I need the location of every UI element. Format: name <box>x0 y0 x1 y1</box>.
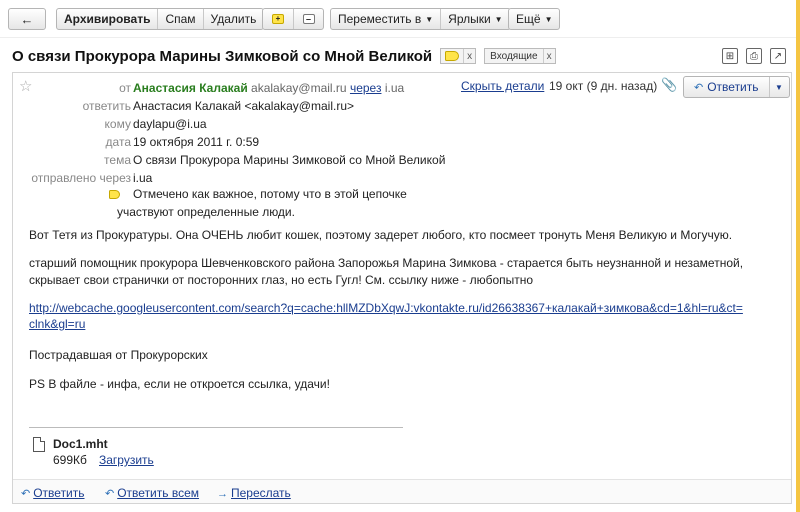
from-label: от <box>119 81 131 95</box>
new-window-icon[interactable]: ↗ <box>770 48 786 64</box>
reply-all-arrow-icon: ↶ <box>105 488 115 500</box>
back-button[interactable]: ← <box>8 8 46 30</box>
back-arrow-icon: ← <box>20 11 34 27</box>
subject-label: тема <box>104 153 131 167</box>
footer-reply-label: Ответить <box>33 486 85 500</box>
sent-via-value: i.ua <box>133 171 153 185</box>
more-label: Ещё <box>516 12 541 26</box>
message-footer: ↶ Ответить ↶ Ответить всем → Переслать <box>13 479 791 503</box>
toolbar: ← Архивировать Спам Удалить + – Перемест… <box>0 0 796 38</box>
body-link-cont[interactable]: clnk&gl=ru <box>29 316 769 333</box>
to-label: кому <box>104 117 131 131</box>
link-line-2[interactable]: clnk&gl=ru <box>29 317 85 331</box>
minus-icon: – <box>302 14 315 24</box>
attachment-divider <box>29 427 403 428</box>
thread-tools: ⊞ ⎙ ↗ <box>722 48 786 64</box>
footer-reply-all-label: Ответить всем <box>117 486 200 500</box>
more-button[interactable]: Ещё ▼ <box>509 9 559 29</box>
action-button-group: Архивировать Спам Удалить <box>56 8 265 30</box>
reply-options-dropdown[interactable]: ▼ <box>768 77 789 97</box>
date-value: 19 октября 2011 г. 0:59 <box>133 135 260 149</box>
move-labels-group: Переместить в ▼ Ярлыки ▼ <box>330 8 511 30</box>
short-date: 19 окт (9 дн. назад) <box>549 79 658 93</box>
forward-arrow-icon: → <box>217 488 228 500</box>
labels-button[interactable]: Ярлыки ▼ <box>440 9 509 29</box>
attachment-name[interactable]: Doc1.mht <box>53 437 108 451</box>
reply-button[interactable]: ↶ Ответить <box>684 77 769 97</box>
remove-label-x[interactable]: x <box>463 49 475 63</box>
body-paragraph-3: Пострадавшая от Прокурорских <box>29 348 208 362</box>
body-paragraph-1: Вот Тетя из Прокуратуры. Она ОЧЕНЬ любит… <box>29 228 733 242</box>
sender-email: akalakay@mail.ru <box>251 81 347 95</box>
to-value: daylapu@i.ua <box>133 117 207 131</box>
important-label-chip: x <box>440 48 477 64</box>
print-icon[interactable]: ⎙ <box>746 48 762 64</box>
via-link[interactable]: через <box>350 81 382 95</box>
more-group: Ещё ▼ <box>508 8 561 30</box>
important-marker-icon <box>109 190 120 199</box>
footer-reply-link[interactable]: ↶ Ответить <box>21 486 85 500</box>
reply-arrow-icon: ↶ <box>21 488 31 500</box>
move-to-button[interactable]: Переместить в ▼ <box>331 9 440 29</box>
hide-details-link[interactable]: Скрыть детали <box>461 79 544 93</box>
chevron-down-icon: ▼ <box>425 14 434 24</box>
important-reason-line2: участвуют определенные люди. <box>117 205 295 219</box>
inbox-label-chip: Входящие x <box>484 48 556 64</box>
move-to-label: Переместить в <box>338 12 422 26</box>
labels-label: Ярлыки <box>448 12 491 26</box>
chevron-down-icon: ▼ <box>775 82 783 92</box>
date-label: дата <box>105 135 131 149</box>
message-card: ☆ от Анастасия Калакай akalakay@mail.ru … <box>12 72 792 504</box>
link-line-1[interactable]: http://webcache.googleusercontent.com/se… <box>29 301 743 315</box>
sent-via-label: отправлено через <box>31 171 131 185</box>
via-domain: i.ua <box>384 81 405 95</box>
footer-forward-label: Переслать <box>231 486 291 500</box>
reply-to-label: ответить <box>82 99 131 113</box>
important-reason-line1: Отмечено как важное, потому что в этой ц… <box>133 187 407 201</box>
from-value: Анастасия Калакай akalakay@mail.ru через… <box>133 81 404 95</box>
file-icon <box>33 437 45 452</box>
reply-button-group: ↶ Ответить ▼ <box>683 76 790 98</box>
reply-arrow-icon: ↶ <box>694 81 704 94</box>
footer-forward-link[interactable]: → Переслать <box>217 486 291 500</box>
subject-value: О связи Прокурора Марины Зимковой со Мно… <box>133 153 446 167</box>
remove-label-x[interactable]: x <box>542 49 555 63</box>
mark-important-button[interactable]: + <box>263 9 293 29</box>
flag-button-group: + – <box>262 8 324 30</box>
delete-button[interactable]: Удалить <box>202 9 264 29</box>
window-edge <box>796 0 800 512</box>
chevron-down-icon: ▼ <box>494 14 503 24</box>
reply-button-label: Ответить <box>707 80 759 94</box>
reply-to-value: Анастасия Калакай <akalakay@mail.ru> <box>133 99 355 113</box>
plus-flag-icon: + <box>272 14 284 24</box>
page-title: О связи Прокурора Марины Зимковой со Мно… <box>12 47 433 65</box>
body-paragraph-2-line-1: старший помощник прокурора Шевченковског… <box>29 256 744 270</box>
attachment-size: 699Кб <box>53 453 87 467</box>
important-flag-icon[interactable] <box>445 51 460 61</box>
expand-all-icon[interactable]: ⊞ <box>722 48 738 64</box>
body-paragraph-4: PS В файле - инфа, если не откроется ссы… <box>29 377 330 391</box>
body-paragraph-2-line-2: скрывает свои странички от посторонних г… <box>29 273 534 287</box>
unmark-important-button[interactable]: – <box>293 9 323 29</box>
paperclip-icon: 📎 <box>661 77 678 92</box>
sender-name[interactable]: Анастасия Калакай <box>133 81 248 95</box>
attachment-download-link[interactable]: Загрузить <box>99 453 154 467</box>
footer-reply-all-link[interactable]: ↶ Ответить всем <box>105 486 199 500</box>
spam-button[interactable]: Спам <box>157 9 202 29</box>
chevron-down-icon: ▼ <box>544 14 553 24</box>
archive-button[interactable]: Архивировать <box>57 9 157 29</box>
body-link[interactable]: http://webcache.googleusercontent.com/se… <box>29 300 769 317</box>
inbox-label[interactable]: Входящие <box>485 51 542 62</box>
subject-row: О связи Прокурора Марины Зимковой со Мно… <box>12 44 556 68</box>
